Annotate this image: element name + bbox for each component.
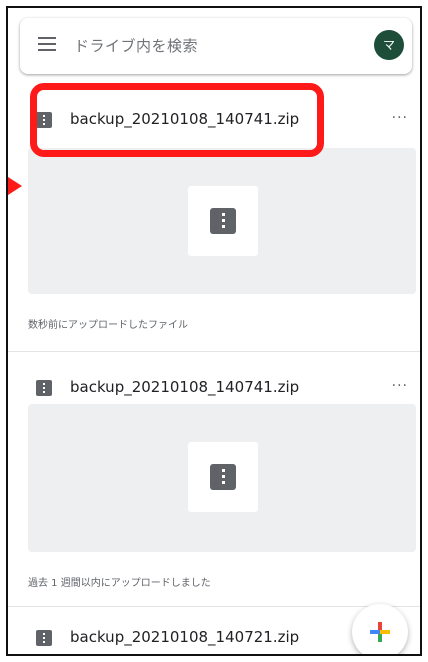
zip-file-icon (210, 464, 236, 490)
avatar[interactable]: マ (374, 30, 404, 60)
file-name: backup_20210108_140721.zip (70, 628, 300, 646)
hamburger-menu-icon[interactable] (38, 37, 56, 51)
plus-icon (370, 622, 390, 642)
thumbnail-tile (188, 442, 258, 512)
file-card[interactable]: backup_20210108_140741.zip ··· 過去 1 週間以内… (8, 352, 420, 610)
search-bar[interactable]: ドライブ内を検索 マ (20, 18, 412, 74)
zip-file-icon (36, 380, 52, 396)
file-caption: 数秒前にアップロードしたファイル (28, 320, 188, 331)
file-name: backup_20210108_140741.zip (70, 378, 300, 396)
new-button[interactable] (352, 604, 408, 654)
search-input[interactable]: ドライブ内を検索 (74, 35, 198, 56)
pointer-arrow (8, 164, 22, 208)
more-horiz-icon[interactable]: ··· (392, 110, 408, 126)
highlight-box (30, 83, 324, 157)
drive-screen: ドライブ内を検索 マ backup_20210108_140741.zip ··… (6, 6, 422, 656)
file-thumbnail[interactable] (28, 148, 416, 294)
divider (8, 606, 420, 607)
zip-file-icon (210, 208, 236, 234)
thumbnail-tile (188, 186, 258, 256)
zip-file-icon (36, 630, 52, 646)
file-thumbnail[interactable] (28, 404, 416, 552)
file-caption: 過去 1 週間以内にアップロードしました (28, 578, 211, 589)
more-horiz-icon[interactable]: ··· (392, 378, 408, 394)
